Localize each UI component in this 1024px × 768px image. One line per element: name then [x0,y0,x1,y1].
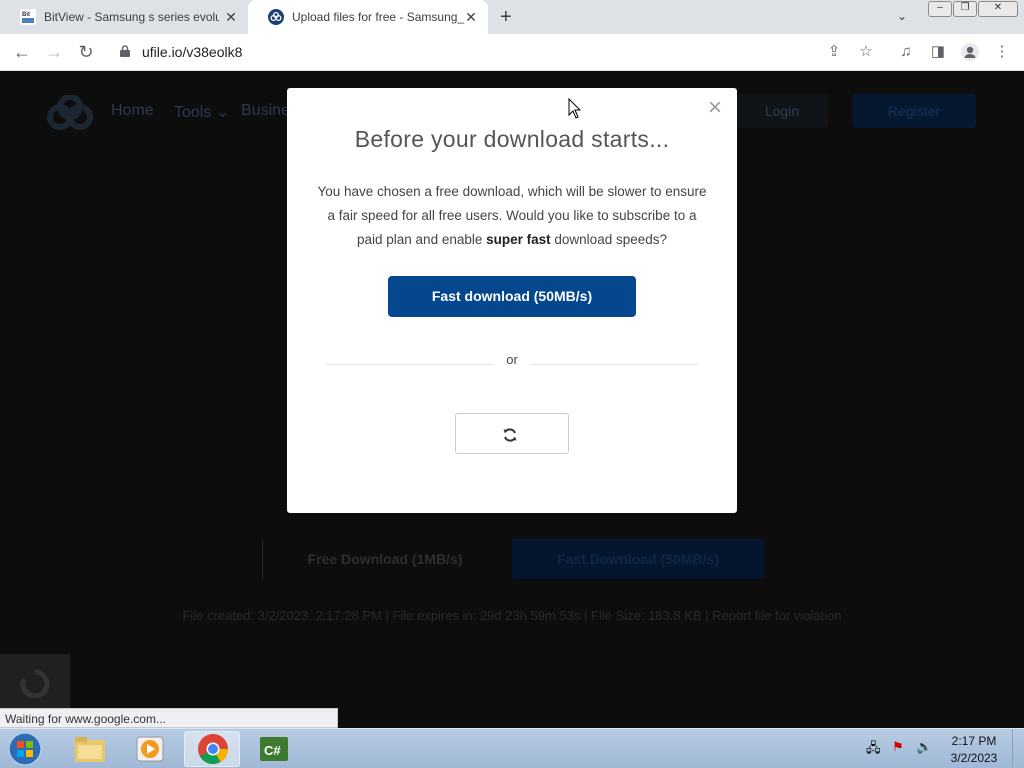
fast-download-button[interactable]: Fast download (50MB/s) [388,276,636,317]
ufile-logo [47,95,93,130]
file-explorer-icon[interactable] [62,731,118,767]
taskbar: C# 🖧 ⚑ 🔊 2:17 PM 3/2/2023 [0,728,1024,768]
nav-tools-label: Tools [174,104,212,121]
close-tab-icon[interactable]: ✕ [224,10,238,24]
or-separator: or [506,352,518,367]
bitview-icon: Bit [20,9,36,25]
forward-icon[interactable]: → [44,42,64,62]
modal-title: Before your download starts... [354,126,670,152]
system-tray: 🖧 ⚑ 🔊 [862,739,942,759]
close-tab-icon[interactable]: ✕ [464,10,478,24]
free-download-loading-button[interactable] [455,413,569,454]
action-center-icon[interactable]: ⚑ [892,739,904,755]
network-icon[interactable]: 🖧 [866,739,881,761]
message-bold: super fast [486,232,551,247]
show-desktop-button[interactable] [1012,729,1024,768]
message-text-end: download speeds? [550,232,667,247]
tab-bitview[interactable]: Bit BitView - Samsung s series evolu ✕ [0,0,248,34]
ufile-icon [268,9,284,25]
tab-ufile[interactable]: Upload files for free - Samsung_ ✕ [248,0,488,34]
close-icon[interactable]: × [707,96,723,120]
bookmark-star-icon[interactable]: ☆ [856,42,876,62]
divider-right [531,364,699,365]
media-player-icon[interactable] [122,731,178,767]
menu-kebab-icon[interactable]: ⋮ [992,42,1012,62]
modal-message: You have chosen a free download, which w… [317,180,707,252]
mouse-cursor [568,98,582,119]
recaptcha-badge [0,654,70,714]
back-icon[interactable]: ← [12,42,32,62]
profile-avatar-icon[interactable] [960,42,980,62]
tab-search-icon[interactable]: ⌄ [897,9,907,23]
tab-strip: Bit BitView - Samsung s series evolu ✕ U… [0,0,1024,34]
restore-icon[interactable]: ❐ [953,1,977,17]
reload-icon[interactable]: ↻ [76,42,96,62]
browser-toolbar: ← → ↻ ufile.io/v38eolk8 ⇪ ☆ ♫ ◨ ⋮ [0,34,1024,71]
address-bar[interactable]: ufile.io/v38eolk8 [110,38,880,66]
nav-tools[interactable]: Tools ⌄ [174,102,229,122]
recaptcha-icon [20,669,50,699]
fast-download-button-background[interactable]: Fast Download (50MB/s) [512,539,764,579]
register-button[interactable]: Register [852,94,976,128]
tab-title: Upload files for free - Samsung_ [292,10,465,24]
volume-icon[interactable]: 🔊 [916,739,932,755]
url-text[interactable]: ufile.io/v38eolk8 [142,44,242,60]
share-icon[interactable]: ⇪ [824,42,844,62]
clock[interactable]: 2:17 PM 3/2/2023 [944,733,1004,767]
side-panel-icon[interactable]: ◨ [928,42,948,62]
windows-start-icon[interactable] [5,731,45,767]
nav-home[interactable]: Home [111,102,154,120]
clock-date: 3/2/2023 [950,751,998,765]
status-bubble: Waiting for www.google.com... [0,708,338,728]
media-control-icon[interactable]: ♫ [896,42,916,62]
svg-text:C#: C# [264,743,281,758]
new-tab-button[interactable]: + [500,7,512,27]
svg-text:Bit: Bit [22,12,30,18]
nav-business[interactable]: Busine [241,102,290,120]
divider-left [325,364,493,365]
tab-title: BitView - Samsung s series evolu [44,10,219,24]
file-info: File created: 3/2/2023, 2:17:28 PM | Fil… [182,608,842,623]
login-button[interactable]: Login [736,94,828,128]
minimize-icon[interactable]: – [928,1,952,17]
close-window-icon[interactable]: ✕ [978,1,1018,17]
free-download-button[interactable]: Free Download (1MB/s) [262,539,507,579]
download-modal: × Before your download starts... You hav… [287,88,737,513]
chrome-taskbar-button[interactable] [184,731,240,767]
loading-spinner-icon [503,428,517,442]
chrome-icon [198,734,228,765]
chevron-down-icon: ⌄ [215,104,230,121]
clock-time: 2:17 PM [951,734,997,748]
lock-icon [120,45,130,57]
csharp-icon[interactable]: C# [246,731,302,767]
